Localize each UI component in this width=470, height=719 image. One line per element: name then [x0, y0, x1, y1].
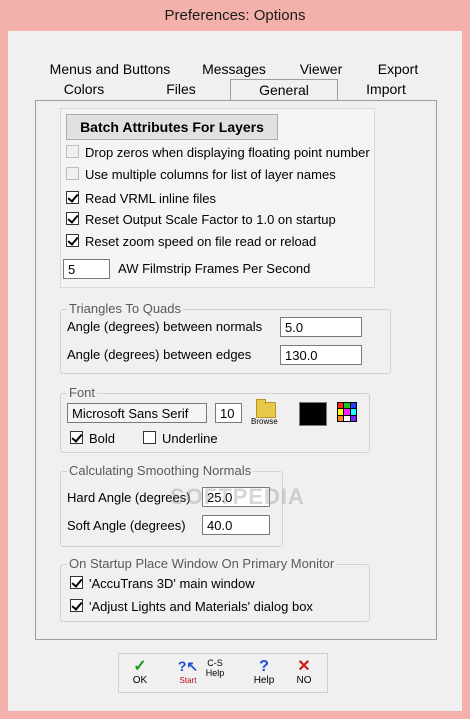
window-frame-left: [0, 31, 8, 719]
drop-zeros-label: Drop zeros when displaying floating poin…: [85, 145, 370, 160]
checkbox-box[interactable]: [66, 167, 79, 180]
checkbox-box[interactable]: [66, 191, 79, 204]
checkbox-box[interactable]: [70, 599, 83, 612]
font-name-field[interactable]: Microsoft Sans Serif: [67, 403, 207, 423]
context-help-start-button[interactable]: ?↖ Start: [175, 658, 201, 686]
multiple-columns-checkbox[interactable]: Use multiple columns for list of layer n…: [66, 166, 336, 184]
normals-angle-label: Angle (degrees) between normals: [67, 319, 263, 334]
checkbox-box[interactable]: [70, 576, 83, 589]
read-vrml-label: Read VRML inline files: [85, 191, 217, 206]
underline-checkbox[interactable]: Underline: [143, 430, 218, 448]
help-label: Help: [253, 675, 275, 686]
checkbox-box[interactable]: [66, 145, 79, 158]
bold-checkbox[interactable]: Bold: [70, 430, 115, 448]
color-palette-icon[interactable]: [337, 402, 357, 422]
no-label: NO: [296, 675, 312, 686]
font-size-input[interactable]: 10: [215, 403, 242, 423]
question-icon: ?: [259, 658, 269, 675]
checkbox-box[interactable]: [66, 234, 79, 247]
tab-files[interactable]: Files: [148, 79, 214, 99]
startup-legend: On Startup Place Window On Primary Monit…: [67, 556, 337, 572]
window-title: Preferences: Options: [0, 0, 470, 31]
main-window-checkbox[interactable]: 'AccuTrans 3D' main window: [70, 575, 255, 593]
lights-dialog-checkbox[interactable]: 'Adjust Lights and Materials' dialog box: [70, 598, 313, 616]
main-window-label: 'AccuTrans 3D' main window: [89, 576, 255, 591]
batch-attributes-button[interactable]: Batch Attributes For Layers: [66, 114, 278, 140]
tab-import[interactable]: Import: [352, 79, 420, 99]
smoothing-legend: Calculating Smoothing Normals: [67, 463, 254, 479]
folder-icon[interactable]: [256, 399, 276, 418]
cs-help-label: Help: [205, 668, 225, 678]
pointer-question-icon: ?↖: [177, 658, 199, 674]
cs-help-button[interactable]: C-S Help: [203, 658, 227, 678]
filmstrip-fps-label: AW Filmstrip Frames Per Second: [118, 261, 311, 276]
reset-zoom-checkbox[interactable]: Reset zoom speed on file read or reload: [66, 233, 316, 251]
reset-scale-label: Reset Output Scale Factor to 1.0 on star…: [85, 212, 336, 227]
start-label: Start: [179, 676, 197, 685]
browse-label[interactable]: Browse: [251, 417, 278, 427]
checkbox-box[interactable]: [143, 431, 156, 444]
drop-zeros-checkbox[interactable]: Drop zeros when displaying floating poin…: [66, 144, 370, 162]
no-button[interactable]: ✕ NO: [293, 658, 315, 686]
lights-dialog-label: 'Adjust Lights and Materials' dialog box: [89, 599, 313, 614]
tab-general[interactable]: General: [230, 79, 338, 102]
cs-label: C-S: [207, 658, 223, 668]
triangles-legend: Triangles To Quads: [67, 301, 184, 317]
checkbox-box[interactable]: [66, 212, 79, 225]
ok-label: OK: [132, 675, 148, 686]
reset-zoom-label: Reset zoom speed on file read or reload: [85, 234, 317, 249]
reset-scale-checkbox[interactable]: Reset Output Scale Factor to 1.0 on star…: [66, 211, 336, 229]
edges-angle-label: Angle (degrees) between edges: [67, 347, 252, 362]
window-frame-right: [462, 31, 470, 719]
x-icon: ✕: [297, 658, 311, 675]
tab-menus-and-buttons[interactable]: Menus and Buttons: [48, 59, 172, 79]
normals-angle-input[interactable]: 5.0: [280, 317, 362, 337]
soft-angle-label: Soft Angle (degrees): [67, 518, 186, 533]
font-color-swatch[interactable]: [299, 402, 327, 426]
tab-colors[interactable]: Colors: [48, 79, 120, 99]
checkmark-icon: ✓: [133, 658, 147, 675]
help-button[interactable]: ? Help: [251, 658, 277, 686]
soft-angle-input[interactable]: 40.0: [202, 515, 270, 535]
read-vrml-checkbox[interactable]: Read VRML inline files: [66, 190, 216, 208]
bold-label: Bold: [89, 431, 116, 446]
edges-angle-input[interactable]: 130.0: [280, 345, 362, 365]
filmstrip-fps-input[interactable]: 5: [63, 259, 110, 279]
tab-messages[interactable]: Messages: [194, 59, 274, 79]
tab-viewer[interactable]: Viewer: [292, 59, 350, 79]
multiple-columns-label: Use multiple columns for list of layer n…: [85, 167, 336, 182]
window-frame-bottom: [0, 711, 470, 719]
ok-button[interactable]: ✓ OK: [129, 658, 151, 686]
command-bar: ✓ OK ?↖ Start C-S Help ? Help ✕ NO: [118, 653, 328, 693]
tab-export[interactable]: Export: [368, 59, 428, 79]
checkbox-box[interactable]: [70, 431, 83, 444]
underline-label: Underline: [162, 431, 218, 446]
preferences-window: Preferences: Options Menus and Buttons M…: [0, 0, 470, 719]
font-legend: Font: [67, 385, 98, 401]
softpedia-watermark: SOFTPEDIA: [170, 484, 305, 509]
